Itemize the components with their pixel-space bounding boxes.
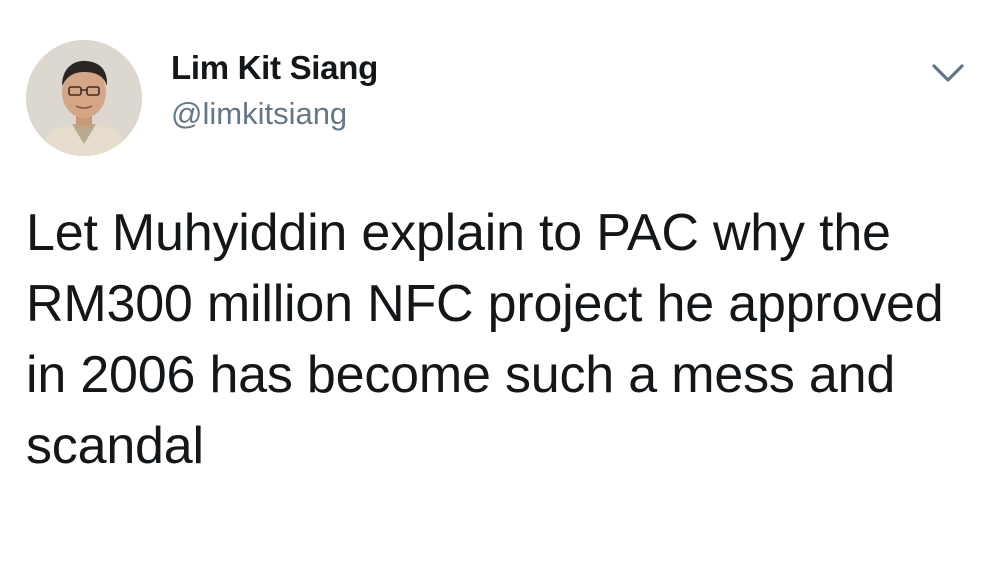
- tweet-header: Lim Kit Siang @limkitsiang: [26, 40, 974, 160]
- avatar[interactable]: [26, 40, 142, 156]
- tweet-card: Lim Kit Siang @limkitsiang Let Muhyiddin…: [0, 0, 1000, 574]
- author-identity: Lim Kit Siang @limkitsiang: [171, 48, 378, 134]
- chevron-down-icon[interactable]: [928, 58, 968, 88]
- profile-photo-icon: [26, 40, 142, 156]
- tweet-text: Let Muhyiddin explain to PAC why the RM3…: [26, 204, 944, 475]
- display-name[interactable]: Lim Kit Siang: [171, 48, 378, 88]
- user-handle[interactable]: @limkitsiang: [171, 94, 378, 134]
